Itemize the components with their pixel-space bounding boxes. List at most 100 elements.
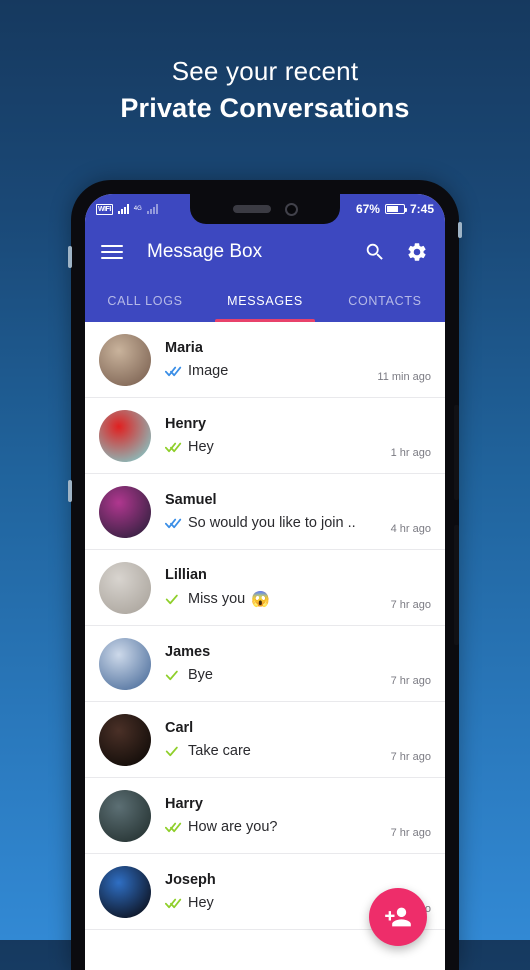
message-preview-text: Hey bbox=[188, 439, 214, 455]
tab-call-logs[interactable]: CALL LOGS bbox=[85, 280, 205, 322]
avatar[interactable] bbox=[99, 333, 151, 386]
avatar[interactable] bbox=[99, 409, 151, 462]
side-button-top[interactable] bbox=[458, 222, 462, 238]
tab-messages-label: MESSAGES bbox=[227, 294, 303, 308]
promo-line-1: See your recent bbox=[171, 56, 359, 86]
message-preview-text: So would you like to join .. bbox=[188, 515, 356, 531]
side-button-lower[interactable] bbox=[454, 525, 459, 645]
message-row-body: Samuel So would you like to join .. bbox=[165, 492, 383, 531]
message-row[interactable]: Carl Take care 7 hr ago bbox=[85, 702, 445, 778]
phone-screen: WIFI 4G 67% 7:45 Message Box CALL LOGS M… bbox=[85, 194, 445, 970]
message-row-body: James Bye bbox=[165, 644, 383, 683]
message-timestamp: 1 hr ago bbox=[390, 447, 431, 459]
message-preview-wrap: Image bbox=[165, 363, 369, 379]
message-timestamp: 7 hr ago bbox=[390, 827, 431, 839]
message-preview-text: Bye bbox=[188, 667, 213, 683]
add-person-icon bbox=[385, 907, 411, 927]
double-check-icon bbox=[165, 517, 182, 529]
phone-notch bbox=[190, 194, 340, 224]
message-row-body: Carl Take care bbox=[165, 720, 383, 759]
message-row[interactable]: Samuel So would you like to join .. 4 hr a… bbox=[85, 474, 445, 550]
message-timestamp: 7 hr ago bbox=[390, 675, 431, 687]
promo-line-2: Private Conversations bbox=[120, 93, 410, 124]
phone-mockup: WIFI 4G 67% 7:45 Message Box CALL LOGS M… bbox=[68, 180, 462, 970]
double-check-icon bbox=[165, 365, 182, 377]
single-check-icon bbox=[165, 669, 182, 681]
add-person-fab[interactable] bbox=[369, 888, 427, 946]
message-row[interactable]: Henry Hey 1 hr ago bbox=[85, 398, 445, 474]
tab-messages[interactable]: MESSAGES bbox=[205, 280, 325, 322]
hamburger-menu-icon[interactable] bbox=[101, 241, 123, 263]
message-timestamp: 11 min ago bbox=[377, 371, 431, 383]
message-row-body: Maria Image bbox=[165, 340, 369, 379]
message-row-body: Henry Hey bbox=[165, 416, 383, 455]
double-check-icon bbox=[165, 897, 182, 909]
message-preview-wrap: Take care bbox=[165, 743, 383, 759]
message-row[interactable]: Harry How are you? 7 hr ago bbox=[85, 778, 445, 854]
message-preview-wrap: So would you like to join .. bbox=[165, 515, 383, 531]
message-row[interactable]: Maria Image 11 min ago bbox=[85, 322, 445, 398]
tab-contacts-label: CONTACTS bbox=[348, 294, 422, 308]
battery-icon bbox=[384, 204, 407, 214]
single-check-icon bbox=[165, 745, 182, 757]
message-preview-text: Take care bbox=[188, 743, 251, 759]
message-preview-text: Image bbox=[188, 363, 229, 379]
message-preview-wrap: Miss you 😱 bbox=[165, 590, 383, 608]
message-list[interactable]: Maria Image 11 min ago Henry Hey 1 hr ago Samu… bbox=[85, 322, 445, 970]
battery-percent-label: 67% bbox=[355, 202, 380, 216]
contact-name: Samuel bbox=[165, 492, 217, 508]
volume-up-button[interactable] bbox=[68, 246, 72, 268]
message-preview-wrap: Bye bbox=[165, 667, 383, 683]
app-bar: Message Box bbox=[85, 224, 445, 280]
volume-down-button[interactable] bbox=[68, 480, 72, 502]
network-gen-label: 4G bbox=[133, 206, 142, 212]
contact-name: Harry bbox=[165, 796, 203, 812]
avatar[interactable] bbox=[99, 713, 151, 766]
message-timestamp: 7 hr ago bbox=[390, 751, 431, 763]
avatar[interactable] bbox=[99, 561, 151, 614]
contact-name: Lillian bbox=[165, 567, 207, 583]
message-row-body: Harry How are you? bbox=[165, 796, 383, 835]
message-preview-text: Hey bbox=[188, 895, 214, 911]
avatar[interactable] bbox=[99, 789, 151, 842]
power-button[interactable] bbox=[454, 405, 459, 500]
front-camera-icon bbox=[284, 202, 298, 216]
message-preview-wrap: Hey bbox=[165, 895, 383, 911]
message-emoji: 😱 bbox=[251, 591, 270, 608]
tab-call-logs-label: CALL LOGS bbox=[107, 294, 183, 308]
single-check-icon bbox=[165, 593, 182, 605]
wifi-icon: WIFI bbox=[96, 203, 113, 215]
contact-name: Carl bbox=[165, 720, 194, 736]
page-title: Message Box bbox=[147, 241, 263, 262]
double-check-icon bbox=[165, 821, 182, 833]
tab-contacts[interactable]: CONTACTS bbox=[325, 280, 445, 322]
signal-bars-icon-2 bbox=[146, 204, 158, 214]
status-bar-left: WIFI 4G bbox=[96, 203, 158, 215]
message-preview-wrap: How are you? bbox=[165, 819, 383, 835]
contact-name: Maria bbox=[165, 340, 203, 356]
message-preview-text: How are you? bbox=[188, 819, 278, 835]
message-timestamp: 7 hr ago bbox=[390, 599, 431, 611]
contact-name: James bbox=[165, 644, 211, 660]
message-row[interactable]: Lillian Miss you 😱 7 hr ago bbox=[85, 550, 445, 626]
status-bar-right: 67% 7:45 bbox=[356, 202, 434, 216]
message-preview-text: Miss you bbox=[188, 591, 246, 607]
contact-name: Henry bbox=[165, 416, 207, 432]
double-check-icon bbox=[165, 441, 182, 453]
message-row-body: Lillian Miss you 😱 bbox=[165, 567, 383, 608]
clock-label: 7:45 bbox=[409, 202, 434, 216]
message-timestamp: 4 hr ago bbox=[390, 523, 431, 535]
message-row[interactable]: James Bye 7 hr ago bbox=[85, 626, 445, 702]
avatar[interactable] bbox=[99, 485, 151, 538]
gear-icon[interactable] bbox=[405, 240, 429, 264]
earpiece-speaker-icon bbox=[232, 205, 271, 213]
contact-name: Joseph bbox=[165, 872, 216, 888]
message-preview-wrap: Hey bbox=[165, 439, 383, 455]
message-row-body: Joseph Hey bbox=[165, 872, 383, 911]
search-icon[interactable] bbox=[363, 240, 387, 264]
tab-bar: CALL LOGS MESSAGES CONTACTS bbox=[85, 280, 445, 322]
signal-bars-icon-1 bbox=[117, 204, 129, 214]
promo-heading: See your recent Private Conversations bbox=[0, 54, 530, 127]
avatar[interactable] bbox=[99, 865, 151, 918]
avatar[interactable] bbox=[99, 637, 151, 690]
